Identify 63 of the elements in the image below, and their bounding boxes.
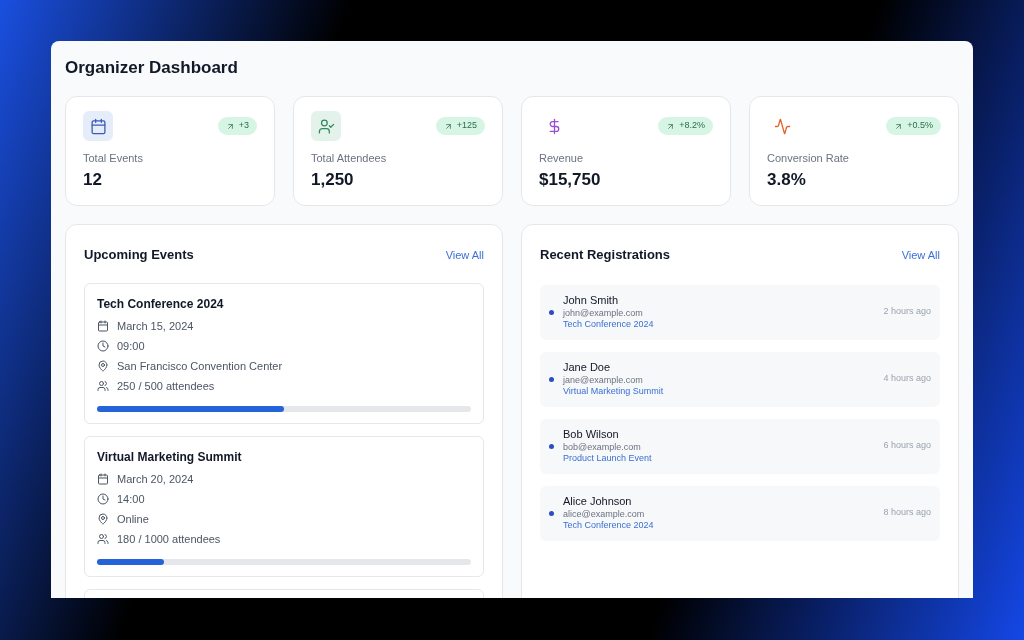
- view-all-link[interactable]: View All: [445, 246, 484, 263]
- event-detail: March 20, 2024: [117, 471, 194, 487]
- event-card[interactable]: Virtual Marketing Summit March 20, 2024 14:00 Online 180 / 1000 attendees: [84, 435, 484, 577]
- calendar-icon: [97, 472, 109, 485]
- clock-icon: [97, 339, 109, 352]
- event-detail: San Francisco Convention Center: [117, 358, 283, 374]
- arrow-up-right-icon: [666, 121, 676, 131]
- arrow-up-right-icon: [443, 121, 453, 131]
- map-pin-icon: [97, 359, 109, 372]
- map-pin-icon: [97, 512, 109, 525]
- calendar-icon: [97, 319, 109, 332]
- registrant-email: bob@example.com: [563, 441, 642, 453]
- panel-title: Recent Registrations: [540, 246, 671, 264]
- stat-label: Total Events: [83, 151, 144, 165]
- registration-item[interactable]: Alice Johnson alice@example.com Tech Conference 2024 8 hours ago: [540, 485, 940, 541]
- registrant-name: Alice Johnson: [563, 494, 633, 509]
- event-detail: 250 / 500 attendees: [117, 378, 215, 394]
- event-detail: 09:00: [117, 338, 145, 354]
- arrow-up-right-icon: [225, 121, 235, 131]
- change-text: +8.2%: [679, 119, 705, 133]
- registration-item[interactable]: John Smith john@example.com Tech Conference 2024 2 hours ago: [540, 284, 940, 340]
- arrow-up-right-icon: [894, 121, 904, 131]
- change-text: +3: [238, 119, 249, 133]
- event-detail: March 15, 2024: [117, 318, 194, 334]
- users-icon: [97, 379, 109, 392]
- stat-label: Total Attendees: [311, 151, 388, 165]
- event-detail: Online: [117, 511, 149, 527]
- stat-value: 12: [83, 169, 103, 191]
- users-icon: [97, 532, 109, 545]
- registered-event: Product Launch Event: [563, 452, 653, 465]
- event-name: Virtual Marketing Summit: [97, 448, 243, 465]
- registrant-name: Jane Doe: [563, 360, 612, 375]
- registration-item[interactable]: Bob Wilson bob@example.com Product Launch Event 6 hours ago: [540, 418, 940, 474]
- registrant-name: John Smith: [563, 293, 620, 308]
- user-check-icon: [311, 111, 341, 141]
- calendar-icon: [83, 111, 113, 141]
- change-text: +125: [456, 119, 477, 133]
- registrant-email: john@example.com: [563, 307, 644, 319]
- registration-time: 6 hours ago: [883, 439, 931, 453]
- registrant-name: Bob Wilson: [563, 427, 620, 442]
- registrant-email: jane@example.com: [563, 374, 644, 386]
- registration-time: 2 hours ago: [883, 305, 931, 319]
- event-card[interactable]: Tech Conference 2024 March 15, 2024 09:00 San Francisco Convention Center 250 / 500 attendees: [84, 282, 484, 424]
- stat-label: Revenue: [539, 151, 585, 165]
- registration-time: 8 hours ago: [883, 506, 931, 520]
- registered-event: Tech Conference 2024: [563, 519, 655, 532]
- stat-value: 3.8%: [767, 169, 807, 191]
- registration-item[interactable]: Jane Doe jane@example.com Virtual Marketing Summit 4 hours ago: [540, 351, 940, 407]
- registration-time: 4 hours ago: [883, 372, 931, 386]
- registered-event: Virtual Marketing Summit: [563, 385, 665, 398]
- event-name: Tech Conference 2024: [97, 295, 225, 312]
- stat-value: 1,250: [311, 169, 355, 191]
- change-text: +0.5%: [907, 119, 933, 133]
- event-detail: 14:00: [117, 491, 145, 507]
- event-detail: 180 / 1000 attendees: [117, 531, 221, 547]
- registrant-email: alice@example.com: [563, 508, 646, 520]
- stat-value: $15,750: [539, 169, 602, 191]
- clock-icon: [97, 492, 109, 505]
- registered-event: Tech Conference 2024: [563, 318, 655, 331]
- panel-title: Upcoming Events: [84, 246, 194, 264]
- stat-label: Conversion Rate: [767, 151, 850, 165]
- page-title: Organizer Dashboard: [65, 58, 239, 78]
- view-all-link[interactable]: View All: [901, 246, 940, 263]
